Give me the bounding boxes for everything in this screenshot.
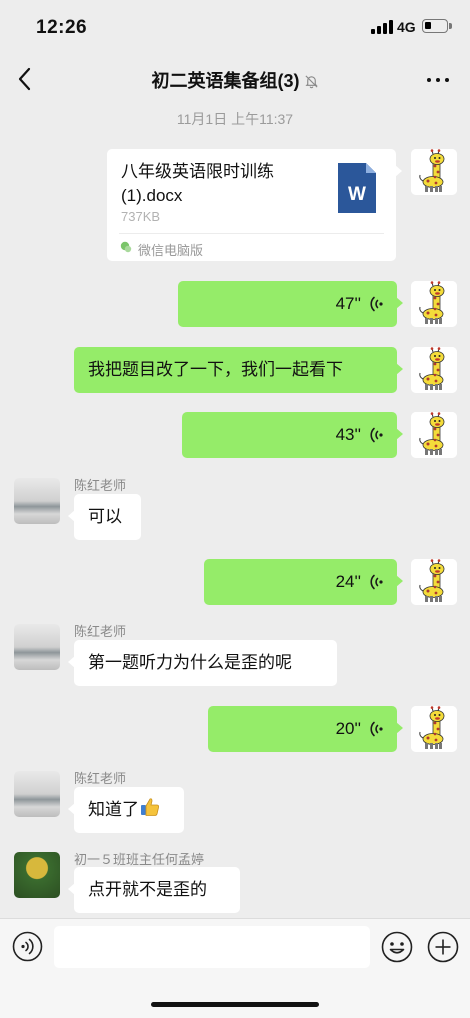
- voice-input-button[interactable]: [12, 931, 43, 962]
- message-timestamp: 11月1日 上午11:37: [176, 111, 294, 127]
- wechat-pc-icon: [120, 241, 132, 253]
- sender-name: 初一５班班主任何孟婷: [74, 852, 205, 867]
- text-message[interactable]: 知道了: [68, 787, 184, 833]
- mute-bell-icon: [304, 75, 318, 89]
- voice-wave-icon: [370, 721, 383, 737]
- contact-avatar[interactable]: [14, 852, 60, 898]
- battery-icon: [422, 19, 452, 33]
- sender-name: 陈红老师: [74, 771, 127, 786]
- file-source-label: 微信电脑版: [138, 243, 204, 258]
- message-text: 可以: [88, 507, 122, 526]
- word-document-icon: W: [338, 163, 376, 213]
- svg-text:W: W: [348, 184, 366, 205]
- voice-duration: 47'': [335, 294, 361, 313]
- nav-bar: 初二英语集备组(3): [0, 56, 470, 104]
- giraffe-avatar-icon: [411, 412, 457, 458]
- message-input[interactable]: [54, 926, 370, 968]
- sender-name: 陈红老师: [74, 478, 127, 493]
- message-text: 点开就不是歪的: [88, 880, 207, 899]
- voice-message[interactable]: 20'': [208, 706, 403, 752]
- message-text: 第一题听力为什么是歪的呢: [88, 653, 292, 672]
- more-functions-button[interactable]: [427, 931, 459, 963]
- message-text: 我把题目改了一下，我们一起看下: [88, 360, 343, 379]
- my-avatar[interactable]: [411, 706, 457, 752]
- voice-message[interactable]: 43'': [182, 412, 403, 458]
- signal-icon: [371, 20, 393, 34]
- voice-wave-icon: [370, 427, 383, 443]
- chat-title: 初二英语集备组(3): [151, 71, 300, 91]
- voice-message[interactable]: 47'': [178, 281, 403, 327]
- sender-name: 陈红老师: [74, 624, 127, 639]
- my-avatar[interactable]: [411, 559, 457, 605]
- giraffe-avatar-icon: [411, 706, 457, 752]
- giraffe-avatar-icon: [411, 559, 457, 605]
- contact-avatar[interactable]: [14, 478, 60, 524]
- voice-duration: 20'': [335, 719, 361, 738]
- message-text: 知道了: [88, 800, 139, 819]
- chat-title-wrap: 初二英语集备组(3): [0, 67, 470, 93]
- battery-level: [425, 22, 431, 29]
- more-options-button[interactable]: [426, 70, 450, 90]
- voice-duration: 43'': [335, 425, 361, 444]
- file-card-divider: [119, 233, 384, 234]
- text-message[interactable]: 我把题目改了一下，我们一起看下: [74, 347, 403, 393]
- giraffe-avatar-icon: [411, 281, 457, 327]
- input-bar: [0, 918, 470, 1018]
- text-message[interactable]: 可以: [68, 494, 141, 540]
- my-avatar[interactable]: [411, 347, 457, 393]
- file-message-card[interactable]: 八年级英语限时训练(1).docx 737KB W 微信电脑版: [107, 149, 402, 261]
- home-indicator: [151, 1002, 319, 1007]
- voice-duration: 24'': [335, 572, 361, 591]
- my-avatar[interactable]: [411, 149, 457, 195]
- voice-message[interactable]: 24'': [204, 559, 403, 605]
- voice-wave-icon: [370, 574, 383, 590]
- contact-avatar[interactable]: [14, 624, 60, 670]
- voice-wave-icon: [370, 296, 383, 312]
- network-type: 4G: [397, 19, 416, 35]
- text-message[interactable]: 点开就不是歪的: [68, 867, 240, 913]
- status-bar: 12:26 4G: [0, 0, 470, 54]
- emoji-button[interactable]: [381, 931, 413, 963]
- my-avatar[interactable]: [411, 281, 457, 327]
- thumbs-up-emoji-icon: [141, 798, 159, 816]
- giraffe-avatar-icon: [411, 347, 457, 393]
- my-avatar[interactable]: [411, 412, 457, 458]
- text-message[interactable]: 第一题听力为什么是歪的呢: [68, 640, 337, 686]
- file-name: 八年级英语限时训练(1).docx: [121, 162, 274, 205]
- status-time: 12:26: [36, 17, 88, 38]
- contact-avatar[interactable]: [14, 771, 60, 817]
- giraffe-avatar-icon: [411, 149, 457, 195]
- file-size: 737KB: [121, 209, 161, 224]
